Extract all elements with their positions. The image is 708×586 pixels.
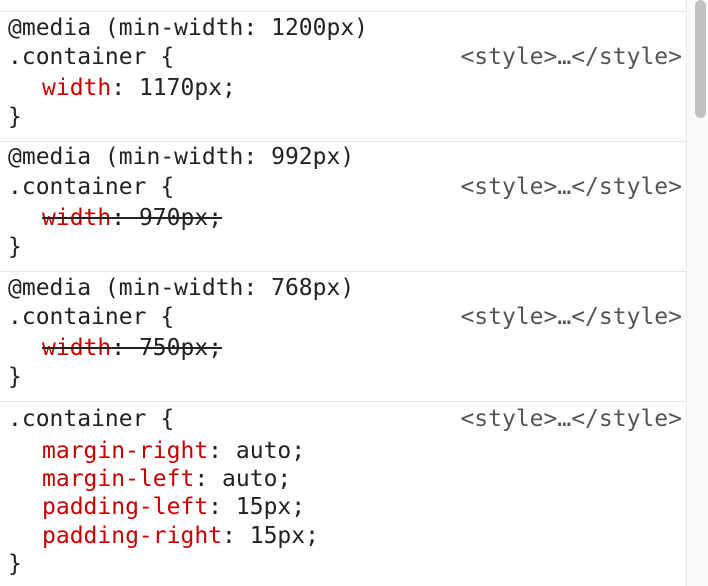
- rule-selector[interactable]: .container {: [8, 405, 174, 434]
- css-rules-list: @media (min-width: 1200px) .container { …: [0, 0, 686, 586]
- property-value[interactable]: auto;: [236, 438, 305, 464]
- property-name[interactable]: padding-right: [42, 523, 222, 549]
- rule-close-brace: }: [8, 364, 22, 390]
- property-name[interactable]: width: [42, 205, 111, 231]
- css-rule-container: .container { <style>…</style> margin-rig…: [0, 402, 686, 586]
- property-name[interactable]: margin-left: [42, 466, 194, 492]
- property-separator: :: [111, 335, 139, 361]
- rule-close-brace: }: [8, 551, 22, 577]
- media-query: @media (min-width: 1200px): [8, 15, 369, 41]
- declaration-width-overridden[interactable]: width: 970px;: [42, 204, 222, 233]
- styles-pane: @media (min-width: 1200px) .container { …: [0, 0, 708, 586]
- property-name[interactable]: margin-right: [42, 438, 208, 464]
- property-separator: :: [194, 466, 223, 492]
- property-value[interactable]: 15px;: [236, 494, 305, 520]
- declaration-width[interactable]: width: 1170px;: [42, 74, 236, 103]
- property-name[interactable]: width: [42, 335, 111, 361]
- scrollbar-thumb[interactable]: [695, 0, 706, 118]
- declaration-margin-left[interactable]: margin-left: auto;: [42, 465, 291, 494]
- media-query: @media (min-width: 992px): [8, 144, 355, 170]
- rule-close-brace: }: [8, 104, 22, 130]
- declaration-margin-right[interactable]: margin-right: auto;: [42, 437, 305, 466]
- rule-selector[interactable]: .container {: [8, 43, 174, 72]
- declaration-padding-right[interactable]: padding-right: 15px;: [42, 522, 319, 551]
- media-query: @media (min-width: 768px): [8, 275, 355, 301]
- property-name[interactable]: width: [42, 75, 111, 101]
- css-rule-media-992: @media (min-width: 992px) .container { <…: [0, 142, 686, 270]
- property-separator: :: [208, 438, 236, 464]
- css-rule-media-1200: @media (min-width: 1200px) .container { …: [0, 12, 686, 140]
- declaration-width-overridden[interactable]: width: 750px;: [42, 334, 222, 363]
- property-separator: :: [222, 523, 250, 549]
- property-value[interactable]: 970px;: [139, 205, 222, 231]
- source-link[interactable]: <style>…</style>: [460, 303, 682, 332]
- rule-selector[interactable]: .container {: [8, 303, 174, 332]
- rule-close-brace: }: [8, 234, 22, 260]
- declaration-padding-left[interactable]: padding-left: 15px;: [42, 493, 305, 522]
- property-separator: :: [111, 205, 139, 231]
- property-value[interactable]: 15px;: [250, 523, 319, 549]
- property-separator: :: [208, 494, 236, 520]
- property-name[interactable]: padding-left: [42, 494, 208, 520]
- rule-selector[interactable]: .container {: [8, 173, 174, 202]
- source-link[interactable]: <style>…</style>: [460, 173, 682, 202]
- source-link[interactable]: <style>…</style>: [460, 405, 682, 434]
- property-value[interactable]: 750px;: [139, 335, 222, 361]
- css-rule-media-768: @media (min-width: 768px) .container { <…: [0, 272, 686, 400]
- vertical-scrollbar[interactable]: [686, 0, 708, 586]
- source-link[interactable]: <style>…</style>: [460, 43, 682, 72]
- property-separator: :: [111, 75, 139, 101]
- property-value[interactable]: 1170px;: [139, 75, 236, 101]
- property-value[interactable]: auto;: [222, 466, 291, 492]
